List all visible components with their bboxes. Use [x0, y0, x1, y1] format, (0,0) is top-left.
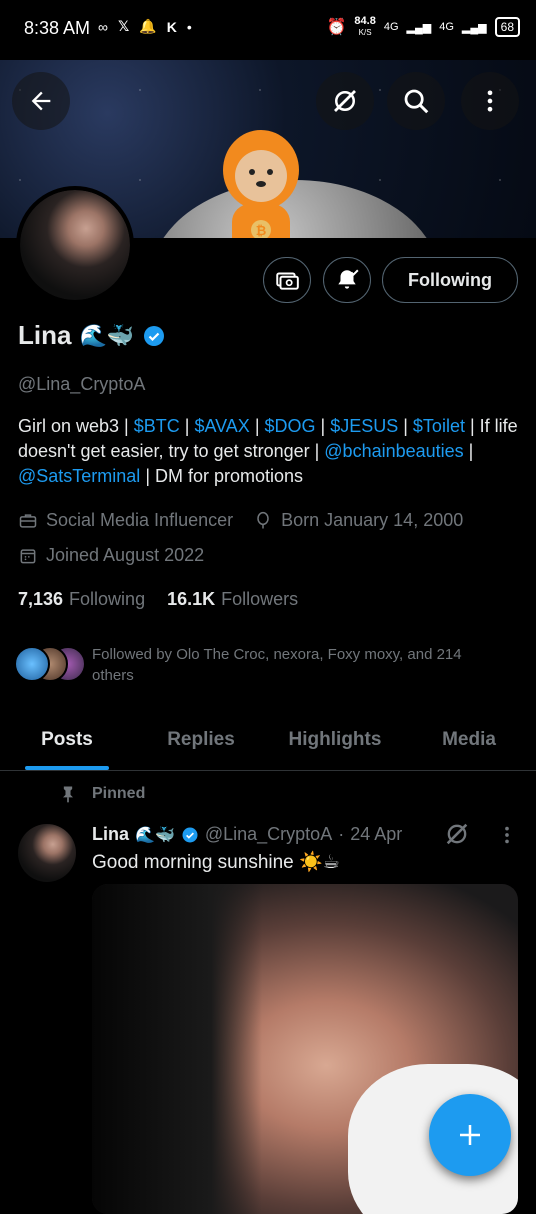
post-image-hair [92, 884, 262, 1214]
profile-handle: @Lina_CryptoA [18, 374, 146, 394]
followed-by-row[interactable]: Followed by Olo The Croc, nexora, Foxy m… [14, 644, 502, 686]
cashtag-toilet[interactable]: $Toilet [413, 416, 465, 436]
signal-icon: ▂▄▆ [406, 21, 432, 34]
grok-button[interactable] [316, 72, 374, 130]
tip-button[interactable] [263, 257, 311, 303]
profile-birthdate: Born January 14, 2000 [281, 510, 464, 530]
profile-meta-row-1: Social Media Influencer Born January 14,… [18, 510, 463, 531]
mention-satsterminal[interactable]: @SatsTerminal [18, 466, 140, 486]
profile-category: Social Media Influencer [46, 510, 234, 530]
profile-name-emojis: 🌊🐳 [79, 322, 135, 348]
post-author-avatar[interactable] [18, 824, 76, 882]
grok-icon[interactable] [443, 820, 471, 848]
system-status: ⏰ 84.8 K/S 4G ▂▄▆ 4G ▂▄▆ 68 [326, 16, 520, 38]
infinity-icon: ∞ [98, 18, 108, 35]
vertical-dots-icon [487, 90, 493, 112]
bell-check-icon [338, 269, 359, 289]
pinned-label: Pinned [92, 785, 146, 802]
bell-icon: 🔔 [139, 18, 157, 34]
alarm-icon: ⏰ [326, 19, 347, 36]
svg-text:₿: ₿ [256, 223, 267, 238]
followers-stat[interactable]: 16.1K Followers [167, 589, 298, 610]
post-more-icon[interactable] [496, 822, 518, 848]
following-button[interactable]: Following [382, 257, 518, 303]
profile-meta-row-2: Joined August 2022 [18, 545, 204, 566]
briefcase-icon [19, 513, 37, 528]
banner-doge-illustration: ₿ [223, 130, 299, 238]
dot-icon: • [186, 18, 192, 35]
money-icon [276, 272, 299, 290]
signal-icon-2: ▂▄▆ [461, 21, 487, 34]
network-4g-1: 4G [383, 21, 399, 33]
status-time: 8:38 AM [24, 18, 91, 38]
notifications-button[interactable] [323, 257, 371, 303]
search-button[interactable] [387, 72, 445, 130]
notification-icons: ∞ 𝕏 🔔 K • [98, 18, 192, 35]
mention-bchainbeauties[interactable]: @bchainbeauties [324, 441, 463, 461]
net-speed: 84.8 K/S [354, 15, 376, 38]
followed-by-text: Followed by Olo The Croc, nexora, Foxy m… [92, 646, 462, 684]
arrow-left-icon [31, 91, 51, 111]
x-logo-icon: 𝕏 [117, 18, 130, 34]
profile-stats: 7,136 Following 16.1K Followers [18, 589, 298, 610]
pinned-indicator: Pinned [58, 784, 145, 804]
post-text: Good morning sunshine ☀️☕ [92, 852, 340, 873]
profile-name-row: Lina 🌊🐳 [18, 320, 166, 351]
plus-icon [460, 1125, 480, 1145]
cashtag-dog[interactable]: $DOG [265, 416, 316, 436]
profile-name: Lina [18, 320, 72, 350]
post-date[interactable]: 24 Apr [350, 824, 402, 845]
calendar-icon [20, 548, 36, 563]
cashtag-avax[interactable]: $AVAX [194, 416, 249, 436]
balloon-icon [257, 511, 269, 528]
verified-badge-icon [182, 827, 198, 842]
compose-post-button[interactable] [429, 1094, 511, 1176]
profile-avatar[interactable] [16, 186, 134, 304]
tab-media[interactable]: Media [402, 710, 536, 770]
profile-joined-date: Joined August 2022 [46, 545, 205, 565]
pin-icon [63, 786, 73, 803]
profile-tabs: Posts Replies Highlights Media [0, 710, 536, 771]
post-dot-separator: · [338, 824, 345, 844]
post-author-name[interactable]: Lina [92, 824, 129, 845]
grok-icon [334, 90, 356, 112]
battery-indicator: 68 [494, 17, 520, 37]
cashtag-jesus[interactable]: $JESUS [330, 416, 398, 436]
profile-bio: Girl on web3 | $BTC | $AVAX | $DOG | $JE… [18, 416, 518, 486]
verified-badge-icon[interactable] [142, 324, 166, 348]
followed-by-avatars [14, 644, 86, 684]
network-4g-2: 4G [439, 21, 454, 33]
post-author-emojis: 🌊🐳 [135, 826, 175, 844]
status-bar: 8:38 AM ∞ 𝕏 🔔 K • ⏰ 84.8 K/S 4G ▂▄▆ 4G ▂… [0, 0, 536, 60]
cashtag-btc[interactable]: $BTC [134, 416, 180, 436]
post-author-handle[interactable]: @Lina_CryptoA [205, 824, 332, 845]
following-stat[interactable]: 7,136 Following [18, 589, 145, 610]
post-header: Lina 🌊🐳 @Lina_CryptoA · 24 Apr [92, 824, 402, 845]
back-button[interactable] [12, 72, 70, 130]
tab-posts[interactable]: Posts [0, 710, 134, 770]
search-icon [404, 89, 429, 114]
tab-replies[interactable]: Replies [134, 710, 268, 770]
mini-avatar-1 [14, 646, 50, 682]
more-options-button[interactable] [461, 72, 519, 130]
k-logo-icon: K [166, 18, 177, 35]
tab-highlights[interactable]: Highlights [268, 710, 402, 770]
